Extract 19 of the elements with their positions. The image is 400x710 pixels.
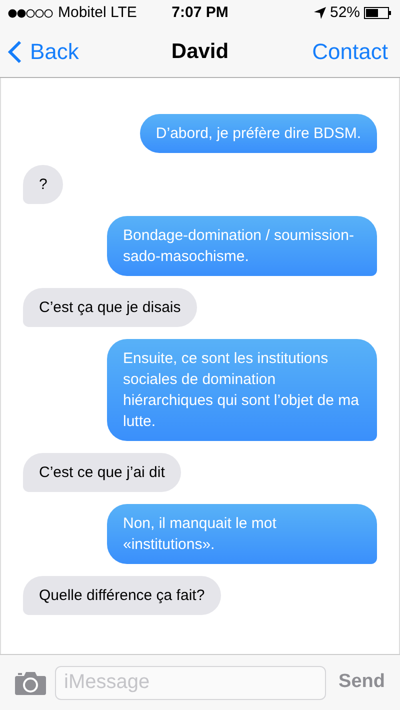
back-chevron-icon bbox=[8, 40, 22, 64]
received-message-bubble: ? bbox=[23, 165, 64, 204]
contact-button[interactable]: Contact bbox=[312, 35, 392, 68]
conversation-title: David bbox=[171, 38, 229, 65]
location-arrow-icon bbox=[314, 7, 326, 19]
battery-icon bbox=[364, 7, 392, 19]
sent-message-bubble: Non, il manquait le mot «institutions». bbox=[107, 504, 377, 564]
signal-icon bbox=[8, 8, 54, 18]
sent-message-bubble: Ensuite, ce sont les institutions sociales de domination hiérarchiques qui sont l’objet de ma lutte. bbox=[107, 339, 377, 441]
clock-time: 7:07 PM bbox=[172, 2, 228, 23]
received-message-bubble: C’est ça que je disais bbox=[23, 288, 197, 327]
sent-message-bubble: D’abord, je préfère dire BDSM. bbox=[140, 114, 377, 153]
received-message-bubble: C’est ce que j’ai dit bbox=[23, 453, 181, 492]
camera-icon[interactable] bbox=[15, 670, 46, 694]
back-button[interactable]: Back bbox=[8, 35, 79, 68]
carrier-label: Mobitel LTE bbox=[58, 2, 137, 23]
sent-message-bubble: Bondage-domination / soumission-sado-masochisme. bbox=[107, 216, 377, 276]
battery-percent: 52% bbox=[330, 2, 360, 23]
received-message-bubble: Quelle différence ça fait? bbox=[23, 576, 221, 615]
